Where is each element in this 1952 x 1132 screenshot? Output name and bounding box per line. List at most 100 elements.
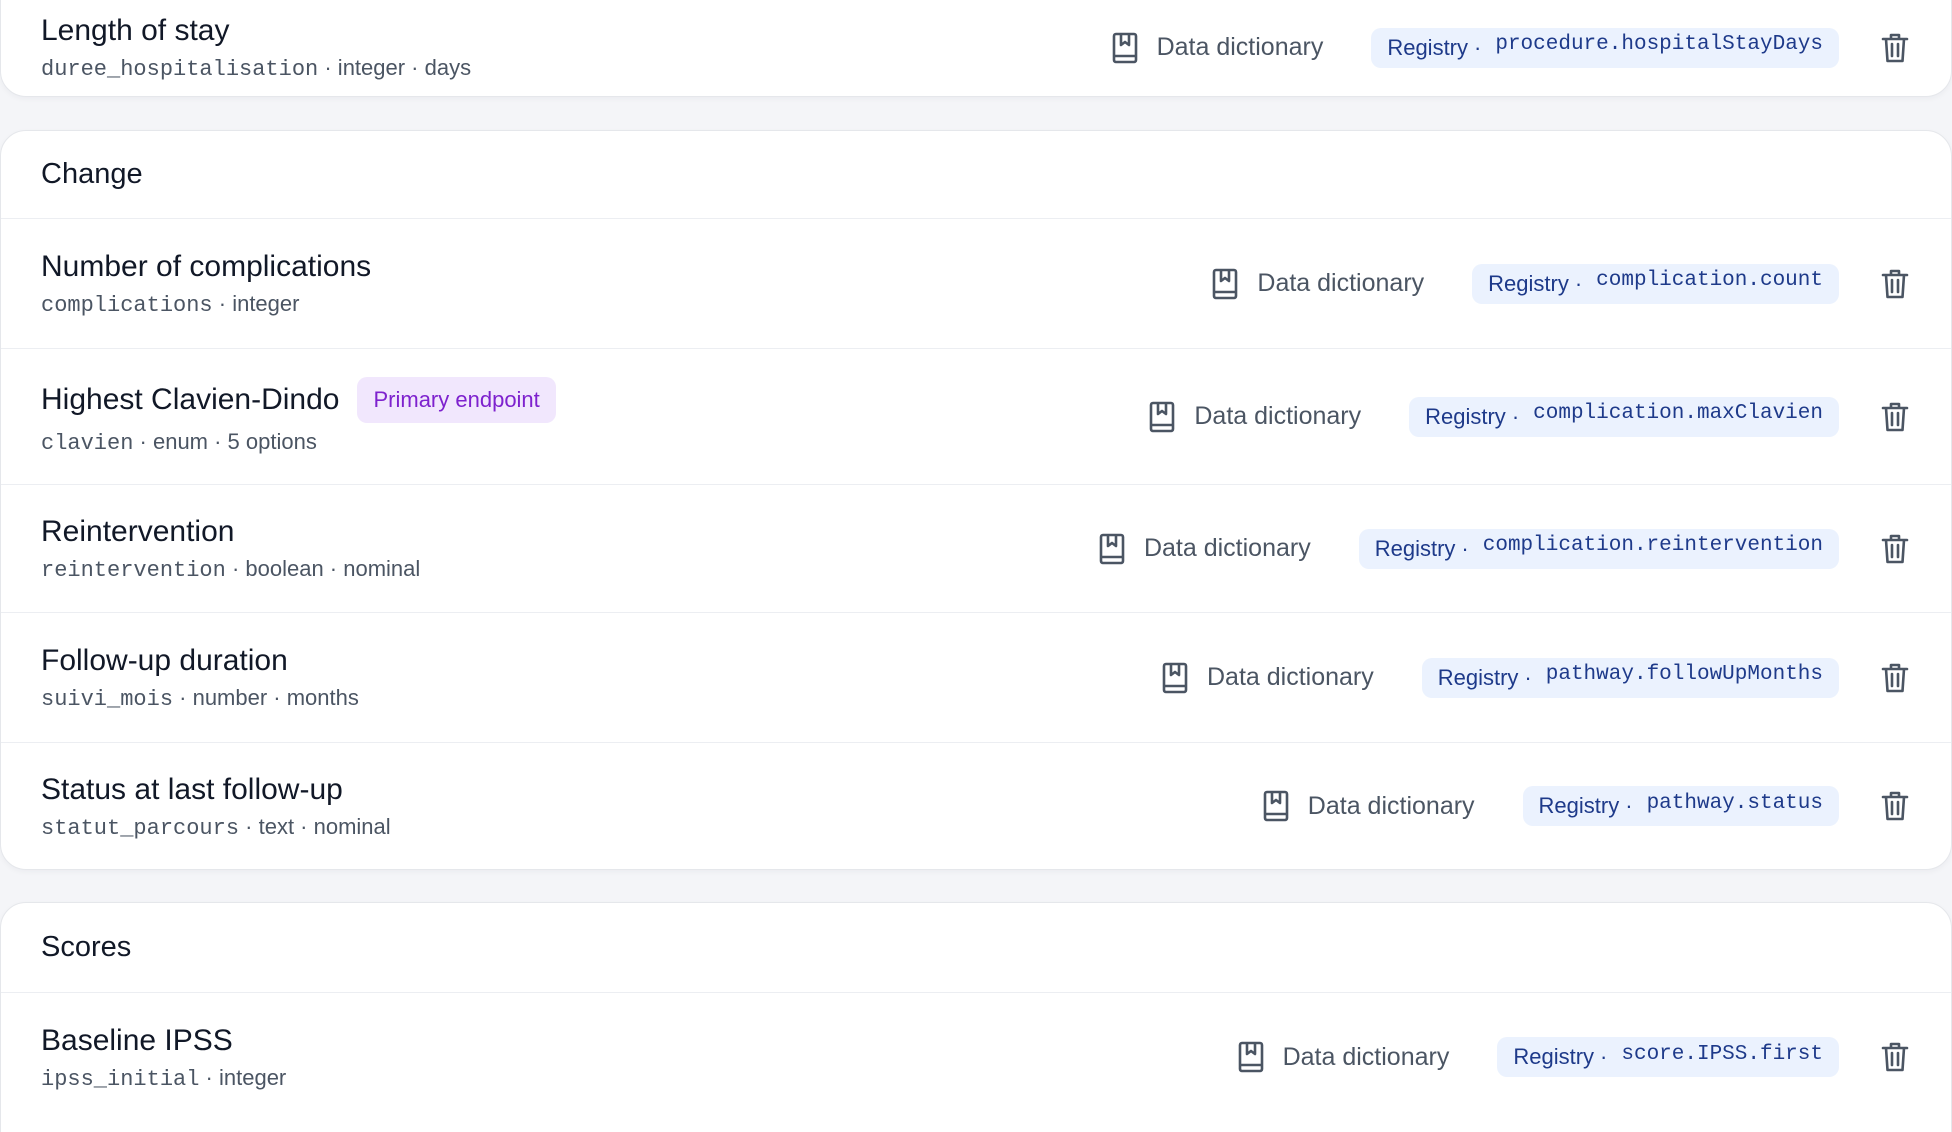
registry-separator: · [1511,403,1520,429]
variable-code: clavien [41,431,134,456]
registry-path: complication.reintervention [1482,534,1823,557]
registry-path: pathway.followUpMonths [1545,663,1823,686]
variable-title: Follow-up duration [41,644,288,677]
registry-separator: · [1625,793,1633,818]
variable-code: duree_hospitalisation [41,57,319,82]
data-dictionary-label: Data dictionary [1156,33,1324,61]
trash-icon [1881,791,1909,821]
delete-button[interactable] [1879,267,1911,301]
variable-type: · text · nominal [239,813,391,839]
registry-separator: · [1574,270,1583,296]
variable-type: · number · months [173,685,359,710]
variable-code: complications [41,293,213,318]
data-dictionary-link[interactable]: Data dictionary [1211,268,1424,300]
registry-label: Registry [1387,34,1469,60]
delete-button[interactable] [1879,1040,1911,1074]
section-card-top: Length of stay duree_hospitalisation · i… [0,0,1952,97]
data-dictionary-link[interactable]: Data dictionary [1237,1041,1450,1073]
variable-row[interactable]: Follow-up duration suivi_mois · number ·… [1,613,1951,743]
data-dictionary-label: Data dictionary [1307,791,1475,820]
registry-label: Registry [1538,793,1620,818]
variable-code: suivi_mois [41,687,174,712]
variable-row[interactable]: Baseline IPSS ipss_initial · integer Dat… [1,993,1951,1121]
data-dictionary-link[interactable]: Data dictionary [1262,790,1475,822]
variable-row[interactable]: Highest Clavien-Dindo Primary endpoint c… [1,349,1951,485]
delete-button[interactable] [1879,400,1911,434]
registry-label: Registry [1437,664,1519,690]
trash-icon [1881,534,1909,563]
registry-mapping-chip[interactable]: Registry · complication.maxClavien [1409,396,1839,437]
variable-title: Number of complications [41,250,372,283]
variable-meta: duree_hospitalisation · integer · days [41,55,471,82]
registry-separator: · [1461,535,1469,561]
variable-type: · integer · days [318,55,472,80]
variable-code: statut_parcours [41,815,240,841]
variable-type: · boolean · nominal [225,556,421,581]
book-bookmark-icon [1162,662,1188,693]
trash-icon [1881,663,1909,692]
data-dictionary-link[interactable]: Data dictionary [1111,32,1324,64]
trash-icon [1881,269,1909,298]
variable-code: reintervention [41,558,226,583]
registry-mapping-chip[interactable]: Registry · complication.reintervention [1358,528,1839,569]
data-dictionary-label: Data dictionary [1194,402,1362,430]
delete-button[interactable] [1879,661,1911,695]
registry-path: complication.maxClavien [1533,402,1823,425]
variable-row[interactable]: Reintervention reintervention · boolean … [1,485,1951,613]
data-dictionary-link[interactable]: Data dictionary [1148,401,1361,433]
section-card-scores: Scores Baseline IPSS ipss_initial · inte… [0,902,1952,1132]
variable-title: Length of stay [41,14,230,47]
variable-row[interactable]: Length of stay duree_hospitalisation · i… [1,0,1951,98]
variable-meta: reintervention · boolean · nominal [41,556,420,583]
section-card-change: Change Number of complications complicat… [0,130,1952,870]
registry-label: Registry [1513,1044,1595,1069]
variable-title: Baseline IPSS [41,1023,233,1057]
variable-meta: clavien · enum · 5 options [41,429,556,456]
variable-code: ipss_initial [41,1066,200,1092]
section-heading: Change [1,131,1951,219]
variable-meta: ipss_initial · integer [41,1065,286,1092]
variable-row[interactable]: Number of complications complications · … [1,219,1951,349]
delete-button[interactable] [1879,532,1911,566]
variable-title: Highest Clavien-Dindo [41,383,340,416]
registry-separator: · [1600,1044,1608,1069]
registry-path: pathway.status [1646,791,1823,815]
trash-icon [1881,402,1909,431]
data-dictionary-label: Data dictionary [1282,1042,1450,1071]
registry-label: Registry [1488,270,1569,296]
delete-button[interactable] [1879,789,1911,823]
registry-path: procedure.hospitalStayDays [1495,33,1823,56]
registry-mapping-chip[interactable]: Registry · score.IPSS.first [1497,1037,1839,1077]
book-bookmark-icon [1150,401,1175,432]
trash-icon [1881,1042,1909,1072]
section-heading: Scores [1,903,1951,993]
variable-type: · integer [212,291,300,316]
registry-path: score.IPSS.first [1621,1042,1823,1066]
book-bookmark-icon [1213,268,1238,299]
registry-mapping-chip[interactable]: Registry · procedure.hospitalStayDays [1371,27,1839,68]
delete-button[interactable] [1879,31,1911,65]
registry-mapping-chip[interactable]: Registry · pathway.status [1522,786,1839,826]
book-bookmark-icon [1099,533,1125,564]
variable-type: · enum · 5 options [133,429,317,454]
registry-mapping-chip[interactable]: Registry · complication.count [1472,263,1839,304]
registry-mapping-chip[interactable]: Registry · pathway.followUpMonths [1421,657,1839,698]
variable-meta: complications · integer [41,291,371,318]
variable-type: · integer [199,1064,287,1090]
data-dictionary-link[interactable]: Data dictionary [1098,533,1311,565]
variables-page: Length of stay duree_hospitalisation · i… [0,0,1952,1132]
data-dictionary-label: Data dictionary [1257,269,1425,297]
variable-meta: statut_parcours · text · nominal [41,814,391,841]
variable-row[interactable]: Status at last follow-up statut_parcours… [1,743,1951,869]
registry-label: Registry [1374,535,1456,561]
registry-separator: · [1474,34,1482,60]
trash-icon [1881,33,1909,62]
book-bookmark-icon [1112,32,1137,63]
variable-info: Length of stay duree_hospitalisation · i… [41,13,471,82]
data-dictionary-label: Data dictionary [1143,534,1311,562]
variable-meta: suivi_mois · number · months [41,685,359,712]
registry-label: Registry [1425,403,1506,429]
variable-title: Status at last follow-up [41,772,343,806]
variable-title: Reintervention [41,515,235,548]
data-dictionary-link[interactable]: Data dictionary [1161,662,1374,694]
